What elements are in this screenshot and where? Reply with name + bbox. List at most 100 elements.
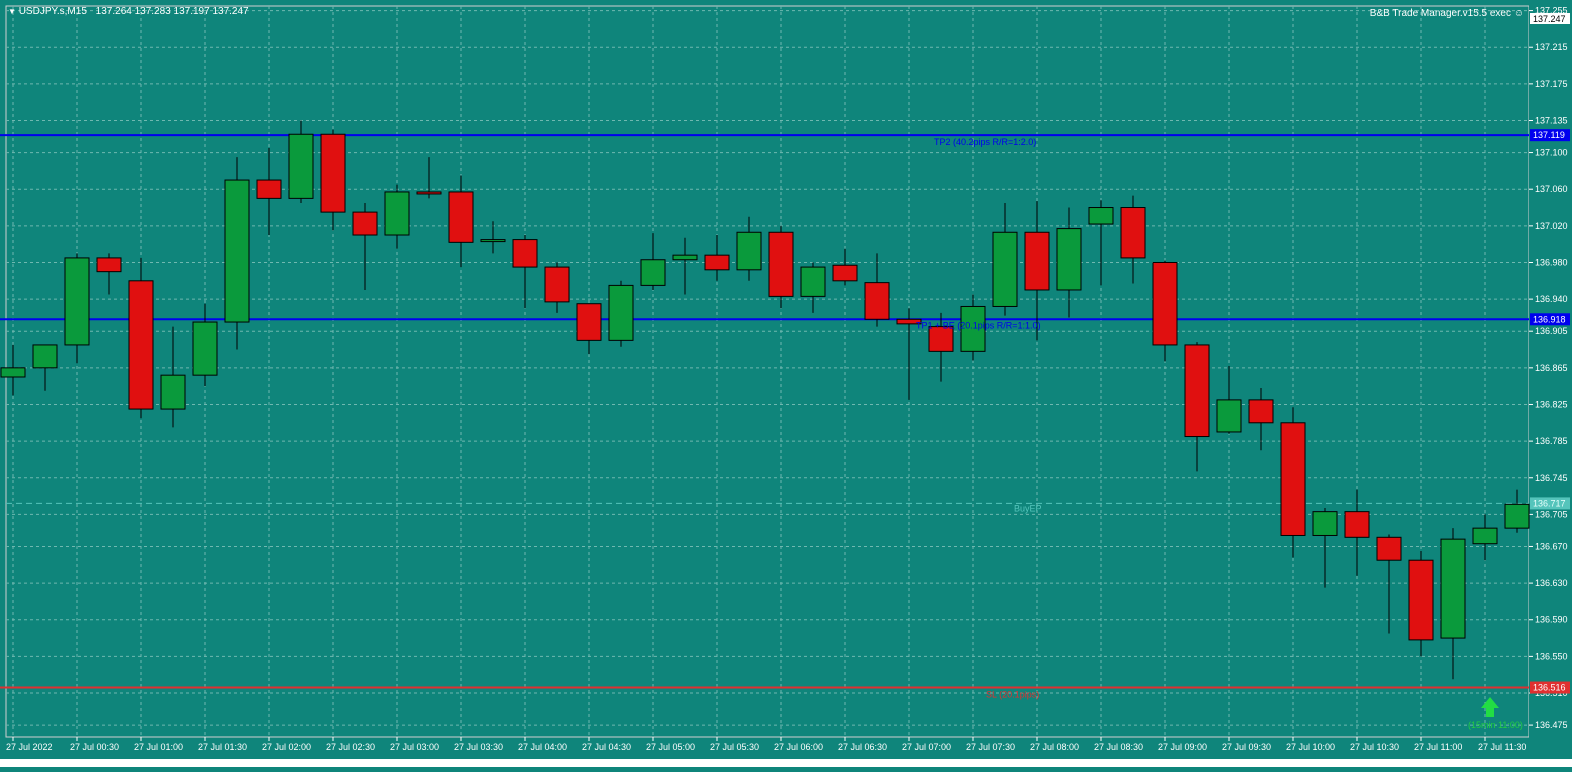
x-tick-label: 27 Jul 09:00 <box>1158 742 1207 752</box>
y-tick-label: 136.670 <box>1535 541 1568 551</box>
y-tick-label: 136.475 <box>1535 720 1568 730</box>
bottom-tab-strip <box>0 759 1572 767</box>
candle-body <box>1088 207 1114 225</box>
x-tick-label: 27 Jul 2022 <box>6 742 53 752</box>
candle-body <box>1376 536 1402 561</box>
x-tick-label: 27 Jul 05:30 <box>710 742 759 752</box>
candle-body <box>64 257 90 346</box>
candle-body <box>1504 503 1530 529</box>
candle-body <box>576 303 602 341</box>
candle-body <box>608 284 634 341</box>
candle-body <box>96 257 122 273</box>
candle-body <box>480 239 506 243</box>
x-tick-label: 27 Jul 08:30 <box>1094 742 1143 752</box>
y-tick-label: 137.060 <box>1535 184 1568 194</box>
y-tick-label: 136.745 <box>1535 473 1568 483</box>
x-tick-label: 27 Jul 00:30 <box>70 742 119 752</box>
x-tick-label: 27 Jul 07:30 <box>966 742 1015 752</box>
candle-body <box>1056 228 1082 291</box>
x-tick-label: 27 Jul 10:30 <box>1350 742 1399 752</box>
sl-label: SL (20.1pips) <box>986 690 1039 700</box>
x-tick-label: 27 Jul 04:30 <box>582 742 631 752</box>
candle-body <box>1344 511 1370 538</box>
y-tick-label: 136.980 <box>1535 257 1568 267</box>
candle-body <box>0 367 26 378</box>
symbol-header: ▼ USDJPY.s,M15 137.264 137.283 137.197 1… <box>8 6 249 17</box>
plot-area <box>5 5 1530 738</box>
candle-body <box>1472 527 1498 545</box>
candle-body <box>1312 511 1338 536</box>
tp2-price-tag: 137.119 <box>1533 130 1565 140</box>
candle-body <box>640 259 666 286</box>
candle-body <box>288 133 314 199</box>
entry-price-tag: 136.717 <box>1533 498 1566 508</box>
candle <box>224 157 250 350</box>
candle-body <box>864 282 890 320</box>
current-price-tag: 137.247 <box>1533 14 1566 24</box>
x-tick-label: 27 Jul 09:30 <box>1222 742 1271 752</box>
ea-label: B&B Trade Manager.v15.5 exec ☺ <box>1369 8 1524 19</box>
entry-label: BuyEP <box>1014 503 1042 513</box>
candle-body <box>928 326 954 352</box>
x-tick-label: 27 Jul 07:00 <box>902 742 951 752</box>
candle-body <box>416 191 442 195</box>
candle-body <box>800 266 826 297</box>
candle-body <box>1280 422 1306 536</box>
x-tick-label: 27 Jul 06:00 <box>774 742 823 752</box>
candle-body <box>192 321 218 376</box>
candle-body <box>672 254 698 261</box>
dropdown-triangle-icon[interactable]: ▼ <box>8 7 16 16</box>
candle-body <box>736 231 762 271</box>
candle-body <box>128 280 154 410</box>
ohlc-values: 137.264 137.283 137.197 137.247 <box>95 6 249 17</box>
x-tick-label: 27 Jul 11:30 <box>1478 742 1526 752</box>
y-tick-label: 136.705 <box>1535 509 1568 519</box>
y-tick-label: 136.630 <box>1535 578 1568 588</box>
chart-canvas[interactable]: 137.255137.215137.175137.135137.100137.0… <box>0 0 1572 767</box>
candle-body <box>352 211 378 236</box>
x-tick-label: 27 Jul 05:00 <box>646 742 695 752</box>
candle-body <box>704 254 730 271</box>
y-tick-label: 136.550 <box>1535 651 1568 661</box>
y-tick-label: 136.785 <box>1535 436 1568 446</box>
y-tick-label: 137.215 <box>1535 42 1568 52</box>
candle-body <box>1152 261 1178 346</box>
sl-price-tag: 136.516 <box>1533 683 1566 693</box>
y-tick-label: 137.135 <box>1535 116 1568 126</box>
x-tick-label: 27 Jul 01:00 <box>134 742 183 752</box>
y-tick-label: 136.865 <box>1535 363 1568 373</box>
x-tick-label: 27 Jul 08:00 <box>1030 742 1079 752</box>
candle-body <box>544 266 570 303</box>
candle-body <box>160 374 186 410</box>
y-tick-label: 137.020 <box>1535 221 1568 231</box>
candle-body <box>256 179 282 199</box>
y-tick-label: 136.905 <box>1535 326 1568 336</box>
candle-body <box>992 231 1018 307</box>
x-tick-label: 27 Jul 02:30 <box>326 742 375 752</box>
smiley-icon: ☺ <box>1513 8 1524 19</box>
candle-body <box>320 133 346 213</box>
tp1-label: TP1 + BE (20.1pips R/R=1:1.0) <box>916 320 1041 330</box>
x-tick-label: 27 Jul 02:00 <box>262 742 311 752</box>
symbol-info: USDJPY.s,M15 <box>18 6 87 17</box>
candle <box>1280 407 1306 558</box>
candle-body <box>1184 344 1210 438</box>
price-chart[interactable]: 137.255 137.215 137.175 137.135 137.100 137.0… <box>0 0 1572 767</box>
signal-label: (15min 11:00) <box>1468 720 1523 730</box>
y-tick-label: 136.825 <box>1535 399 1568 409</box>
x-tick-label: 27 Jul 06:30 <box>838 742 887 752</box>
x-tick-label: 27 Jul 10:00 <box>1286 742 1335 752</box>
candle-body <box>384 191 410 236</box>
x-tick-label: 27 Jul 04:00 <box>518 742 567 752</box>
candle-body <box>448 191 474 243</box>
y-tick-label: 137.100 <box>1535 148 1568 158</box>
candle-body <box>1440 538 1466 639</box>
candle-body <box>768 231 794 297</box>
candle <box>608 280 634 347</box>
candle-body <box>224 179 250 323</box>
candle-body <box>1248 399 1274 424</box>
x-tick-label: 27 Jul 03:00 <box>390 742 439 752</box>
x-tick-label: 27 Jul 11:00 <box>1414 742 1462 752</box>
candle-body <box>1216 399 1242 433</box>
x-tick-label: 27 Jul 03:30 <box>454 742 503 752</box>
